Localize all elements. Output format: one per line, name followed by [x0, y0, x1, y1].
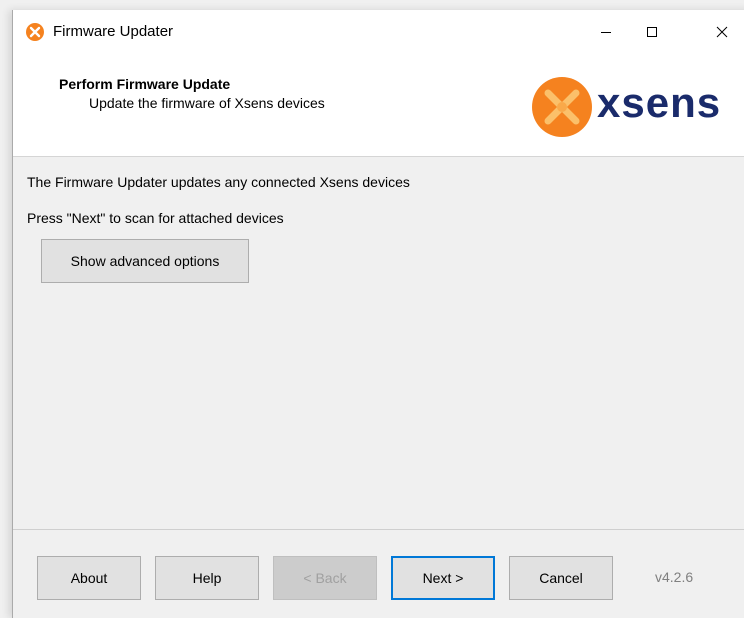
title-bar[interactable]: Firmware Updater: [13, 10, 744, 54]
about-button[interactable]: About: [37, 556, 141, 600]
wizard-header: Perform Firmware Update Update the firmw…: [13, 54, 744, 157]
minimize-icon: [601, 32, 611, 33]
close-button[interactable]: [699, 10, 744, 54]
page-title: Perform Firmware Update: [59, 76, 231, 92]
xsens-app-icon: [26, 23, 44, 41]
minimize-button[interactable]: [583, 10, 629, 54]
page-subtitle: Update the firmware of Xsens devices: [89, 95, 325, 111]
xsens-logo-text: xsens: [597, 79, 722, 126]
version-label: v4.2.6: [655, 569, 694, 585]
info-text: The Firmware Updater updates any connect…: [27, 174, 410, 190]
footer-divider: [13, 529, 744, 530]
cancel-button[interactable]: Cancel: [509, 556, 613, 600]
xsens-logo-icon: [532, 77, 592, 137]
firmware-updater-window: Firmware Updater Perform Firmware Update…: [12, 10, 744, 618]
next-button[interactable]: Next >: [391, 556, 495, 600]
help-button[interactable]: Help: [155, 556, 259, 600]
show-advanced-options-button[interactable]: Show advanced options: [41, 239, 249, 283]
close-icon: [716, 26, 728, 38]
maximize-icon: [647, 27, 657, 37]
window-title: Firmware Updater: [53, 23, 174, 40]
back-button[interactable]: < Back: [273, 556, 377, 600]
instruction-text: Press "Next" to scan for attached device…: [27, 210, 284, 226]
maximize-button[interactable]: [629, 10, 675, 54]
